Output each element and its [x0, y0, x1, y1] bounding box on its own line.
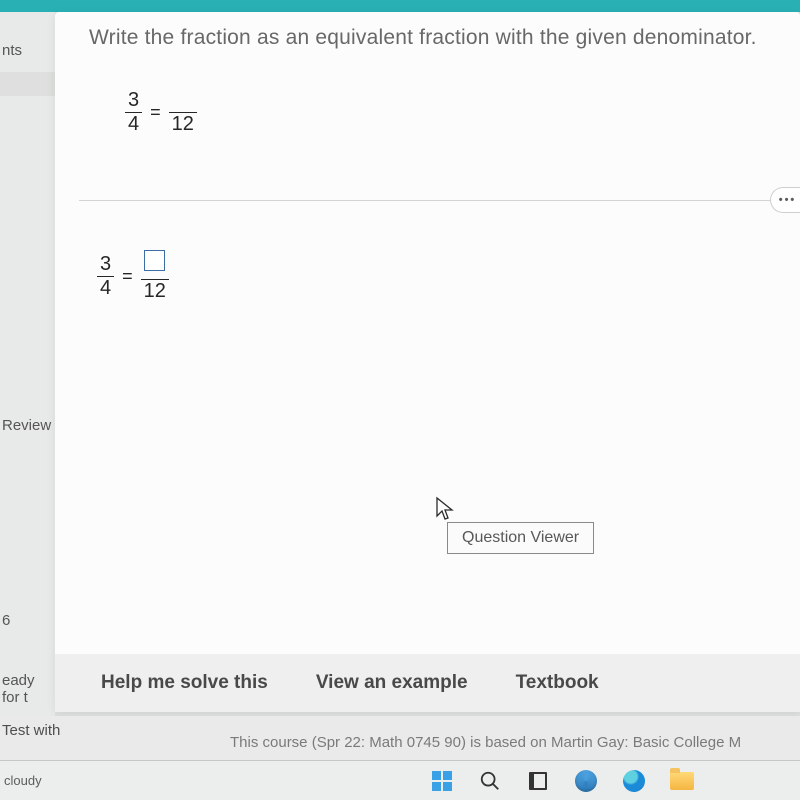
windows-taskbar[interactable]: cloudy — [0, 760, 800, 800]
file-explorer-icon[interactable] — [670, 769, 694, 793]
task-view-icon[interactable] — [526, 769, 550, 793]
fraction-denominator: 4 — [97, 277, 114, 299]
edge-glyph — [623, 770, 645, 792]
answer-equation: 3 4 = 12 — [97, 250, 169, 302]
weather-text: cloudy — [4, 773, 42, 788]
divider — [79, 200, 788, 201]
fraction-numerator-blank — [169, 90, 197, 112]
textbook-button[interactable]: Textbook — [516, 672, 599, 694]
fraction-numerator: 3 — [97, 254, 114, 276]
windows-icon — [432, 771, 452, 791]
course-info-text: This course (Spr 22: Math 0745 90) is ba… — [230, 734, 741, 751]
cursor-icon — [435, 496, 455, 522]
fraction-given-2: 3 4 — [97, 254, 114, 299]
test-with-label[interactable]: Test with — [2, 722, 60, 739]
chat-glyph — [575, 770, 597, 792]
equals-sign: = — [150, 102, 161, 123]
sidebar-item-ready[interactable]: eady for t — [0, 672, 55, 706]
answer-input-wrap — [141, 250, 169, 279]
search-icon[interactable] — [478, 769, 502, 793]
ellipsis-icon: ••• — [779, 194, 797, 206]
fraction-denominator: 4 — [125, 113, 142, 135]
question-prompt: Write the fraction as an equivalent frac… — [89, 26, 757, 50]
help-me-solve-button[interactable]: Help me solve this — [101, 672, 268, 694]
window-top-band — [0, 0, 800, 12]
fraction-answer: 12 — [141, 250, 169, 302]
fraction-given: 3 4 — [125, 90, 142, 135]
answer-input[interactable] — [144, 250, 165, 271]
fraction-denominator-target: 12 — [169, 113, 197, 135]
chat-icon[interactable] — [574, 769, 598, 793]
question-panel: Write the fraction as an equivalent frac… — [55, 12, 800, 712]
more-button[interactable]: ••• — [770, 187, 800, 213]
action-bar: Help me solve this View an example Textb… — [55, 654, 800, 712]
taskbar-icons — [430, 769, 694, 793]
view-example-button[interactable]: View an example — [316, 672, 468, 694]
fraction-numerator: 3 — [125, 90, 142, 112]
taskview-glyph — [529, 772, 547, 790]
fraction-denominator-target: 12 — [141, 280, 169, 302]
folder-glyph — [670, 772, 694, 790]
given-equation: 3 4 = 12 — [125, 90, 197, 135]
left-sidebar: nts Review 6 eady for t — [0, 12, 55, 740]
fraction-target: 12 — [169, 90, 197, 135]
start-menu-icon[interactable] — [430, 769, 454, 793]
sidebar-highlight — [0, 72, 55, 96]
weather-widget[interactable]: cloudy — [4, 773, 42, 788]
equals-sign: = — [122, 266, 133, 287]
screen: nts Review 6 eady for t Write the fracti… — [0, 0, 800, 800]
sidebar-item-fragment-1[interactable]: nts — [0, 42, 22, 59]
sidebar-item-review[interactable]: Review — [0, 417, 51, 434]
question-viewer-tooltip: Question Viewer — [447, 522, 594, 554]
sidebar-item-fragment-2: 6 — [0, 612, 10, 629]
edge-icon[interactable] — [622, 769, 646, 793]
